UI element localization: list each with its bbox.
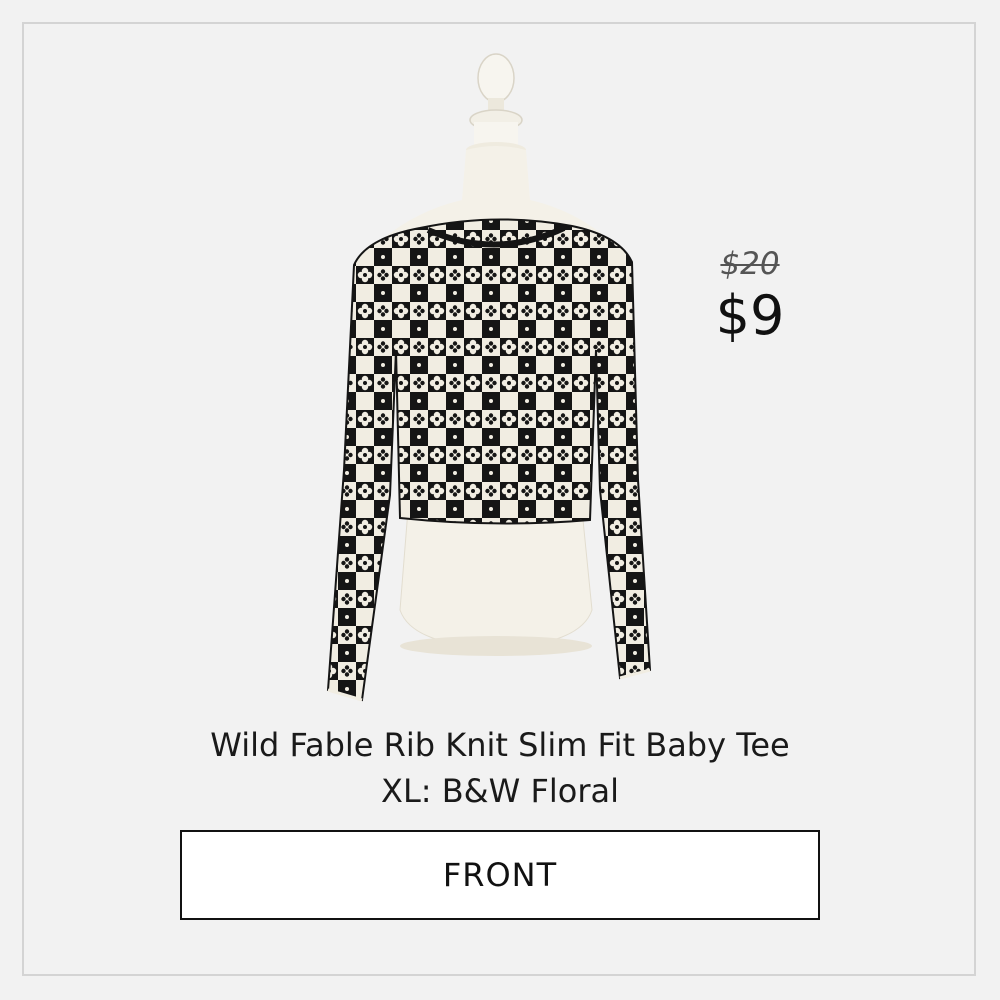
product-title: Wild Fable Rib Knit Slim Fit Baby Tee [210,726,790,764]
sale-price: $9 [715,284,785,347]
product-photo [326,53,652,702]
product-variant: XL: B&W Floral [381,772,619,810]
product-card: $20 $9 Wild Fable Rib Knit Slim Fit Baby… [0,0,1000,1000]
original-price: $20 [720,246,780,282]
view-front-button[interactable]: FRONT [180,830,820,920]
